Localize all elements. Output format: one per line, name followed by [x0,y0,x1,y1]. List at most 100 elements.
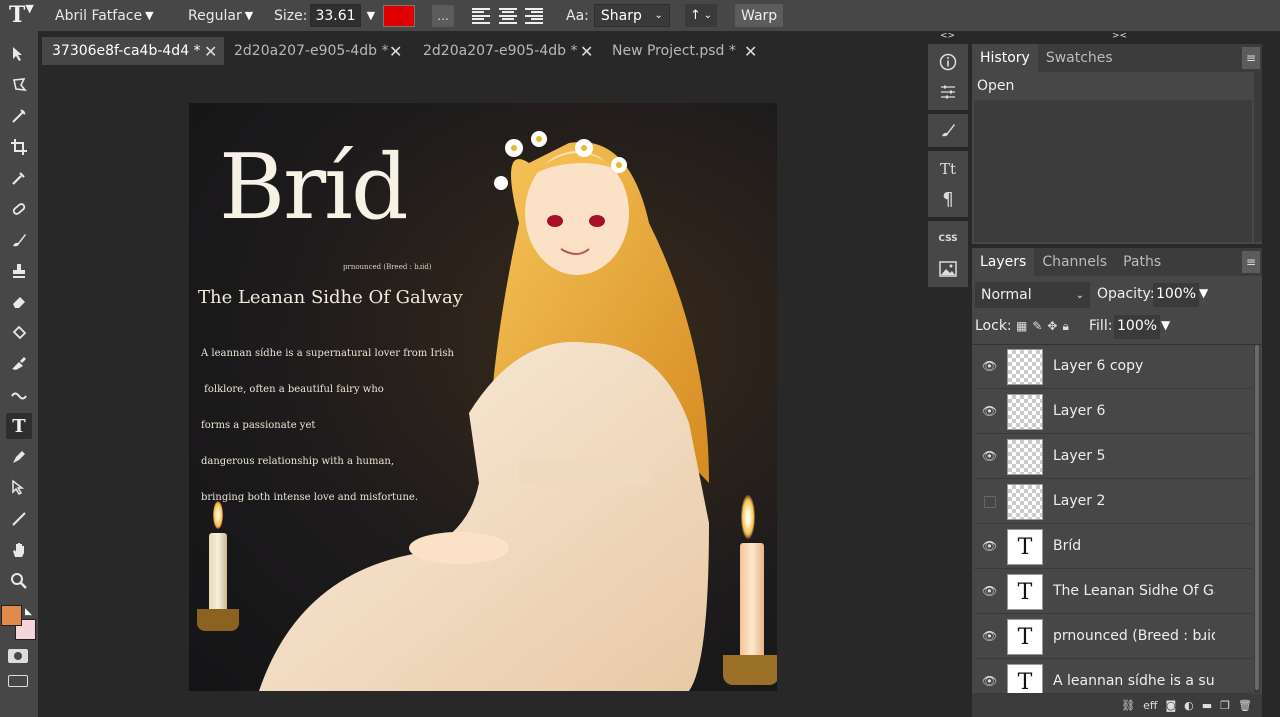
align-center-button[interactable] [499,0,517,31]
tab-document-3[interactable]: 2d20a207-e905-4db * ✕ [413,37,603,65]
layer-row[interactable]: 👁︎ Layer 5 [974,435,1252,479]
paragraph-icon[interactable]: ¶ [936,187,960,211]
lasso-tool-icon[interactable] [6,72,32,98]
scrollbar-thumb[interactable] [1255,345,1259,690]
lock-transparency-icon[interactable]: ▦ [1016,319,1027,334]
eye-icon[interactable]: 👁︎ [982,359,998,375]
new-layer-icon[interactable]: ❐ [1220,699,1230,712]
brush-settings-icon[interactable] [936,118,960,142]
keyboard-icon[interactable] [8,675,28,687]
warp-button[interactable]: Warp [735,4,784,27]
chevron-down-icon[interactable]: ▼ [1161,318,1170,332]
lock-position-icon[interactable]: ✥ [1047,319,1057,334]
text-color-swatch[interactable] [383,4,415,27]
eye-icon[interactable]: 👁︎ [982,539,998,555]
type-tool-preset-icon[interactable]: T▼ [9,2,34,28]
panel-menu-icon[interactable]: ≡ [1242,47,1260,69]
sharpen-icon[interactable] [6,382,32,408]
tab-label: 37306e8f-ca4b-4d4 * [52,43,201,59]
eyedropper-icon[interactable] [6,165,32,191]
trash-icon[interactable]: 🗑︎ [1238,699,1252,712]
opacity-input[interactable]: 100% [1153,283,1199,307]
pen-icon[interactable] [6,444,32,470]
chevron-down-icon[interactable]: ▼ [1199,286,1208,300]
tab-channels[interactable]: Channels [1034,248,1115,276]
healing-icon[interactable] [6,196,32,222]
move-tool-icon[interactable] [6,41,32,67]
stamp-icon[interactable] [6,258,32,284]
fill-input[interactable]: 100% [1114,315,1160,339]
smudge-icon[interactable] [6,351,32,377]
lock-all-icon[interactable]: 🔒︎ [1062,319,1068,334]
font-style-label: Regular [188,7,242,24]
brush-icon[interactable] [6,227,32,253]
tab-swatches[interactable]: Swatches [1038,44,1121,72]
type-tool-icon[interactable]: T [6,413,32,439]
close-icon[interactable]: ✕ [580,42,593,61]
artwork-subtitle: The Leanan Sidhe Of Galway [198,287,463,308]
document-canvas[interactable]: Bríd prnounced (Breed : bɹid) The Leanan… [189,103,777,691]
eye-icon[interactable]: 👁︎ [982,449,998,465]
tab-history[interactable]: History [972,44,1038,72]
fill-icon[interactable] [6,320,32,346]
tab-document-1[interactable]: 37306e8f-ca4b-4d4 * ✕ [42,37,224,65]
close-icon[interactable]: ✕ [389,42,402,61]
font-size-input[interactable]: 33.61 [310,4,361,27]
eye-icon[interactable]: 👁︎ [982,674,998,690]
close-icon[interactable]: ✕ [744,42,757,61]
eye-icon[interactable]: 👁︎ [982,404,998,420]
layer-row[interactable]: 👁︎ T A leannan sídhe is a supernatural [974,660,1252,694]
layer-row[interactable]: 👁︎ T Bríd [974,525,1252,569]
tab-document-4[interactable]: New Project.psd * ✕ [602,37,772,65]
font-family-select[interactable]: Abril Fatface ▼ [55,0,154,31]
history-scrollbar[interactable] [1254,72,1262,242]
zoom-icon[interactable] [6,568,32,594]
visibility-checkbox[interactable] [984,496,996,508]
layers-scrollbar[interactable] [1254,345,1260,693]
layer-row[interactable]: 👁︎ T The Leanan Sidhe Of Galway [974,570,1252,614]
folder-icon[interactable]: ▬ [1202,699,1212,712]
eye-icon[interactable]: 👁︎ [982,629,998,645]
path-select-icon[interactable] [6,475,32,501]
tab-layers[interactable]: Layers [972,248,1035,276]
eraser-icon[interactable] [6,289,32,315]
panel-menu-icon[interactable]: ≡ [1242,251,1260,273]
blend-mode-select[interactable]: Normal ⌄ [975,282,1090,308]
lock-paint-icon[interactable]: ✎ [1032,319,1042,334]
link-icon[interactable]: ⛓ [1121,699,1135,712]
image-icon[interactable] [936,257,960,281]
hand-icon[interactable] [6,537,32,563]
line-icon[interactable] [6,506,32,532]
quick-select-icon[interactable] [6,103,32,129]
layer-row[interactable]: 👁︎ Layer 6 [974,390,1252,434]
chevron-down-icon[interactable]: ▼ [367,9,375,22]
text-orientation-select[interactable]: ↑ ⌄ [685,4,717,27]
antialias-select[interactable]: Sharp ⌄ [593,4,670,27]
character-icon[interactable]: Tt [936,157,960,181]
effects-icon[interactable]: eff [1143,699,1157,712]
adjustments-icon[interactable] [936,80,960,104]
collapse-left-toggle[interactable]: <> [940,31,955,41]
crop-icon[interactable] [6,134,32,160]
tab-paths[interactable]: Paths [1115,248,1169,276]
info-icon[interactable] [936,50,960,74]
css-icon[interactable]: CSS [936,227,960,251]
layer-thumbnail [1007,439,1043,475]
font-style-select[interactable]: Regular ▼ [188,0,253,31]
swap-colors-icon[interactable]: ◣ [25,607,32,617]
align-right-button[interactable] [525,0,543,31]
layer-row[interactable]: Layer 2 [974,480,1252,524]
layer-row[interactable]: 👁︎ Layer 6 copy [974,345,1252,389]
layer-row[interactable]: 👁︎ T prnounced (Breed : bɹid) [974,615,1252,659]
collapse-right-toggle[interactable]: >< [1112,31,1127,41]
layer-name: Layer 6 [1053,403,1106,419]
tab-document-2[interactable]: 2d20a207-e905-4db * ✕ [224,37,413,65]
eye-icon[interactable]: 👁︎ [982,584,998,600]
mask-icon[interactable]: ◙ [1165,699,1176,712]
more-options-button[interactable]: ... [432,4,454,27]
history-item[interactable]: Open [972,72,1252,100]
close-icon[interactable]: ✕ [204,42,217,61]
adjustment-icon[interactable]: ◐ [1184,699,1194,712]
align-left-button[interactable] [472,0,490,31]
quick-mask-icon[interactable] [8,649,28,663]
